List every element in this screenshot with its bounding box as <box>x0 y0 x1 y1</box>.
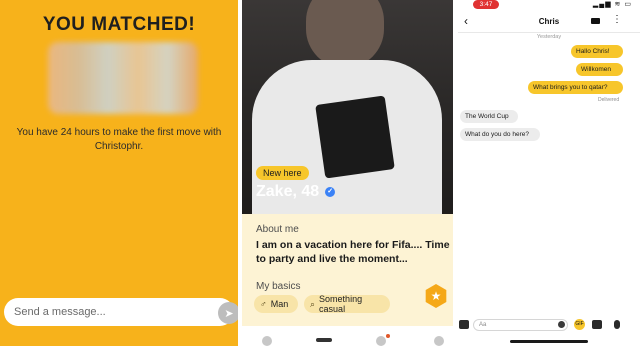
nav-chats-icon[interactable] <box>376 336 386 346</box>
send-button[interactable]: ➤ <box>218 302 238 324</box>
star-icon: ★ <box>430 289 442 303</box>
message-input-placeholder: Send a message... <box>14 306 106 318</box>
message-bubble-outgoing[interactable]: What brings you to qatar? <box>528 81 623 94</box>
more-options-icon[interactable]: ⋮ <box>612 14 622 25</box>
match-screen: YOU MATCHED! You have 24 hours to make t… <box>0 0 238 346</box>
status-time: 3:47 <box>473 0 499 9</box>
profile-photo-shirt-print <box>315 95 395 179</box>
gallery-icon[interactable] <box>592 320 602 329</box>
send-icon: ➤ <box>224 307 234 320</box>
gender-icon: ♂ <box>260 299 267 309</box>
day-separator: Yesterday <box>536 34 562 40</box>
camera-icon[interactable] <box>459 320 469 329</box>
new-here-badge: New here <box>256 166 309 180</box>
about-text: I am on a vacation here for Fifa.... Tim… <box>256 239 450 265</box>
basics-chip-label: Man <box>270 299 289 309</box>
profile-photo-face <box>306 0 384 68</box>
verified-icon: ✓ <box>325 187 336 197</box>
message-input[interactable]: Send a message... <box>4 298 234 326</box>
status-bar: 3:47 ▂▄▆ ≋ ▭ <box>458 0 640 10</box>
message-bubble-incoming[interactable]: The World Cup <box>460 110 518 123</box>
delivered-status: Delivered <box>598 97 620 103</box>
bottom-nav <box>242 326 453 346</box>
about-heading: About me <box>256 224 299 235</box>
chat-input-placeholder: Aa <box>479 322 487 328</box>
message-bubble-incoming[interactable]: What do you do here? <box>460 128 540 141</box>
profile-photo[interactable] <box>242 0 453 214</box>
emoji-icon[interactable] <box>558 321 565 328</box>
notification-dot <box>386 334 390 338</box>
basics-chip-intent: ⌕ Something casual <box>304 294 390 314</box>
profile-name-text: Zake, 48 <box>256 183 320 200</box>
chat-input[interactable]: Aa <box>473 319 568 331</box>
match-title: YOU MATCHED! <box>42 14 196 35</box>
profile-screen: New here Zake, 48 ✓ About me I am on a v… <box>242 0 453 346</box>
chat-screen: 3:47 ▂▄▆ ≋ ▭ ‹ Chris ⋮ Yesterday Hallo C… <box>458 0 640 346</box>
video-call-icon[interactable] <box>591 18 600 24</box>
basics-chip-label: Something casual <box>319 294 363 314</box>
blurred-match-photos <box>48 42 198 114</box>
basics-heading: My basics <box>256 281 301 292</box>
message-bubble-outgoing[interactable]: Willkomen <box>576 63 623 76</box>
home-indicator <box>510 340 588 343</box>
gif-button[interactable]: GIF <box>574 319 585 330</box>
microphone-icon[interactable] <box>614 320 620 329</box>
match-message: You have 24 hours to make the first move… <box>16 127 222 152</box>
nav-profile-icon[interactable] <box>262 336 272 346</box>
nav-more-icon[interactable] <box>434 336 444 346</box>
profile-name: Zake, 48 ✓ <box>256 183 336 201</box>
nav-discover-icon[interactable] <box>316 338 332 342</box>
system-icons: ▂▄▆ ≋ ▭ <box>592 1 632 8</box>
basics-chip-gender: ♂ Man <box>254 295 298 313</box>
search-icon: ⌕ <box>310 298 316 309</box>
message-bubble-outgoing[interactable]: Hallo Chris! <box>571 45 623 58</box>
